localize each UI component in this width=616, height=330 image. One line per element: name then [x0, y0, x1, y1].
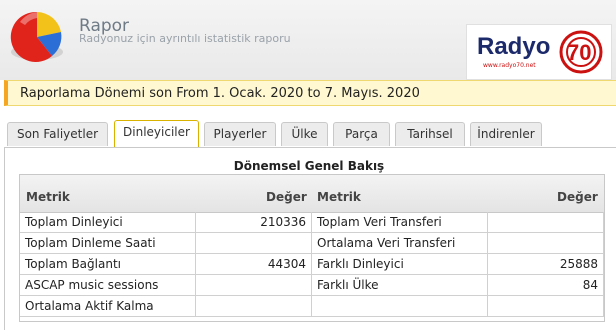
metric-cell: Toplam Dinleyici	[20, 212, 196, 233]
metric-cell: ASCAP music sessions	[20, 275, 196, 296]
tab-ulke[interactable]: Ülke	[281, 122, 328, 146]
column-header-value-2: Değer	[557, 190, 598, 204]
value-cell	[196, 296, 312, 317]
value-cell: 84	[488, 275, 604, 296]
value-cell	[196, 233, 312, 254]
value-cell: 25888	[488, 254, 604, 275]
page-subtitle: Radyonuz için ayrıntılı istatistik rapor…	[79, 32, 291, 45]
radyo70-logo[interactable]: Radyo www.radyo70.net 70	[466, 24, 612, 80]
metric-cell: Toplam Veri Transferi	[312, 212, 488, 233]
metric-cell: Farklı Dinleyici	[312, 254, 488, 275]
value-cell	[488, 233, 604, 254]
table-header: Metrik Değer Metrik Değer	[20, 175, 604, 213]
metric-cell: Toplam Bağlantı	[20, 254, 196, 275]
value-cell: 44304	[196, 254, 312, 275]
column-header-metric-2: Metrik	[317, 190, 361, 204]
overview-table: Metrik Değer Metrik Değer Toplam Dinleyi…	[19, 174, 605, 322]
brand-url: www.radyo70.net	[483, 62, 536, 69]
metric-cell: Ortalama Aktif Kalma	[20, 296, 196, 317]
tab-son-faliyetler[interactable]: Son Faliyetler	[7, 122, 108, 146]
column-header-value-1: Değer	[266, 190, 307, 204]
tab-tarihsel[interactable]: Tarihsel	[395, 122, 465, 146]
tab-parca[interactable]: Parça	[333, 122, 390, 146]
tab-playerler[interactable]: Playerler	[204, 122, 276, 146]
tab-indirenler[interactable]: İndirenler	[470, 122, 542, 146]
app-header: Rapor Radyonuz için ayrıntılı istatistik…	[0, 0, 616, 80]
metric-cell: Ortalama Veri Transferi	[312, 233, 488, 254]
table-row: Toplam Dinleyici 210336 Toplam Veri Tran…	[20, 212, 604, 234]
table-row: ASCAP music sessions Farklı Ülke 84	[20, 275, 604, 297]
pie-chart-logo-icon	[10, 11, 63, 62]
table-row: Ortalama Aktif Kalma	[20, 296, 604, 318]
column-header-metric-1: Metrik	[26, 190, 70, 204]
reporting-period-bar: Raporlama Dönemi son From 1. Ocak. 2020 …	[4, 80, 616, 106]
tab-dinleyiciler[interactable]: Dinleyiciler	[114, 120, 199, 148]
radyo70-badge-icon: 70	[559, 30, 603, 74]
section-title: Dönemsel Genel Bakış	[233, 159, 385, 173]
reporting-period-text: Raporlama Dönemi son From 1. Ocak. 2020 …	[20, 86, 420, 101]
value-cell: 210336	[196, 212, 312, 233]
metric-cell: Toplam Dinleme Saati	[20, 233, 196, 254]
table-row: Toplam Dinleme Saati Ortalama Veri Trans…	[20, 233, 604, 255]
svg-text:70: 70	[567, 40, 591, 65]
value-cell	[488, 296, 604, 317]
metric-cell: Farklı Ülke	[312, 275, 488, 296]
metric-cell	[312, 296, 488, 317]
value-cell	[488, 212, 604, 233]
report-tabs: Son Faliyetler Dinleyiciler Playerler Ül…	[0, 120, 616, 148]
brand-name: Radyo	[477, 33, 551, 60]
value-cell	[196, 275, 312, 296]
table-row: Toplam Bağlantı 44304 Farklı Dinleyici 2…	[20, 254, 604, 276]
